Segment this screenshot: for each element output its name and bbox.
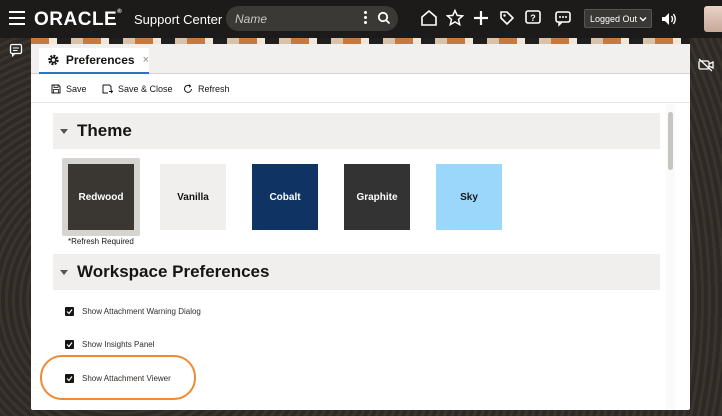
- option-label: Show Insights Panel: [82, 340, 155, 349]
- option-label: Show Attachment Warning Dialog: [82, 307, 201, 316]
- theme-graphite-label: Graphite: [356, 191, 398, 203]
- tag-icon[interactable]: [498, 9, 516, 27]
- theme-redwood-label: Redwood: [78, 191, 124, 203]
- top-navbar: ORACLE® Support Center ? Logged Out: [0, 0, 722, 38]
- search-input[interactable]: [235, 10, 355, 27]
- gear-icon: [48, 54, 59, 66]
- save-close-label: Save & Close: [118, 84, 173, 94]
- theme-vanilla[interactable]: Vanilla: [160, 164, 226, 230]
- tab-close-icon[interactable]: ×: [143, 54, 149, 66]
- collapse-triangle-icon: [60, 129, 68, 134]
- theme-sky-label: Sky: [460, 191, 478, 203]
- home-icon[interactable]: [420, 9, 438, 27]
- presence-status-value: Logged Out: [590, 13, 638, 24]
- theme-cobalt[interactable]: Cobalt: [252, 164, 318, 230]
- theme-section-header[interactable]: Theme: [53, 113, 660, 149]
- svg-text:?: ?: [530, 13, 536, 23]
- theme-redwood[interactable]: Redwood: [68, 164, 134, 230]
- theme-sky[interactable]: Sky: [436, 164, 502, 230]
- option-insights-panel[interactable]: Show Insights Panel: [65, 340, 155, 349]
- theme-graphite[interactable]: Graphite: [344, 164, 410, 230]
- checkbox-checked-icon[interactable]: [65, 307, 74, 316]
- option-attachment-warning[interactable]: Show Attachment Warning Dialog: [65, 307, 201, 316]
- global-search: [226, 6, 398, 31]
- highlight-annotation: [40, 355, 196, 400]
- workspace-section-title: Workspace Preferences: [77, 262, 270, 281]
- presence-status-select[interactable]: Logged Out: [584, 9, 652, 28]
- theme-section-title: Theme: [77, 121, 132, 140]
- tab-preferences[interactable]: Preferences ×: [39, 48, 149, 74]
- user-avatar[interactable]: [704, 6, 722, 32]
- tab-bar: Preferences ×: [31, 44, 690, 74]
- save-icon: [51, 84, 61, 94]
- video-off-icon[interactable]: [698, 58, 714, 72]
- tab-preferences-label: Preferences: [65, 53, 135, 67]
- help-icon[interactable]: ?: [524, 9, 542, 27]
- checkbox-checked-icon[interactable]: [65, 340, 74, 349]
- theme-cobalt-label: Cobalt: [269, 191, 301, 203]
- chevron-down-icon: [639, 17, 647, 22]
- notes-icon[interactable]: [9, 43, 23, 57]
- refresh-icon: [184, 84, 192, 93]
- save-and-close-button[interactable]: Save & Close: [102, 82, 173, 96]
- theme-vanilla-label: Vanilla: [177, 191, 209, 203]
- toolbar: Save Save & Close Refresh: [31, 75, 690, 103]
- app-title: Support Center: [134, 12, 223, 27]
- refresh-required-note: *Refresh Required: [68, 237, 134, 246]
- collapse-triangle-icon: [60, 270, 68, 275]
- refresh-label: Refresh: [198, 84, 230, 94]
- save-close-icon: [102, 84, 113, 94]
- chat-icon[interactable]: [554, 9, 572, 27]
- search-options-icon[interactable]: [364, 11, 368, 25]
- workspace-section-header[interactable]: Workspace Preferences: [53, 254, 660, 290]
- refresh-button[interactable]: Refresh: [183, 82, 230, 96]
- save-label: Save: [66, 84, 87, 94]
- favorites-star-icon[interactable]: [446, 9, 464, 27]
- oracle-logo: ORACLE®: [34, 9, 123, 30]
- search-icon[interactable]: [377, 11, 391, 25]
- hamburger-menu-icon[interactable]: [9, 11, 25, 25]
- save-button[interactable]: Save: [51, 82, 87, 96]
- create-plus-icon[interactable]: [472, 9, 490, 27]
- vertical-scrollbar[interactable]: [668, 112, 673, 170]
- volume-icon[interactable]: [660, 10, 678, 28]
